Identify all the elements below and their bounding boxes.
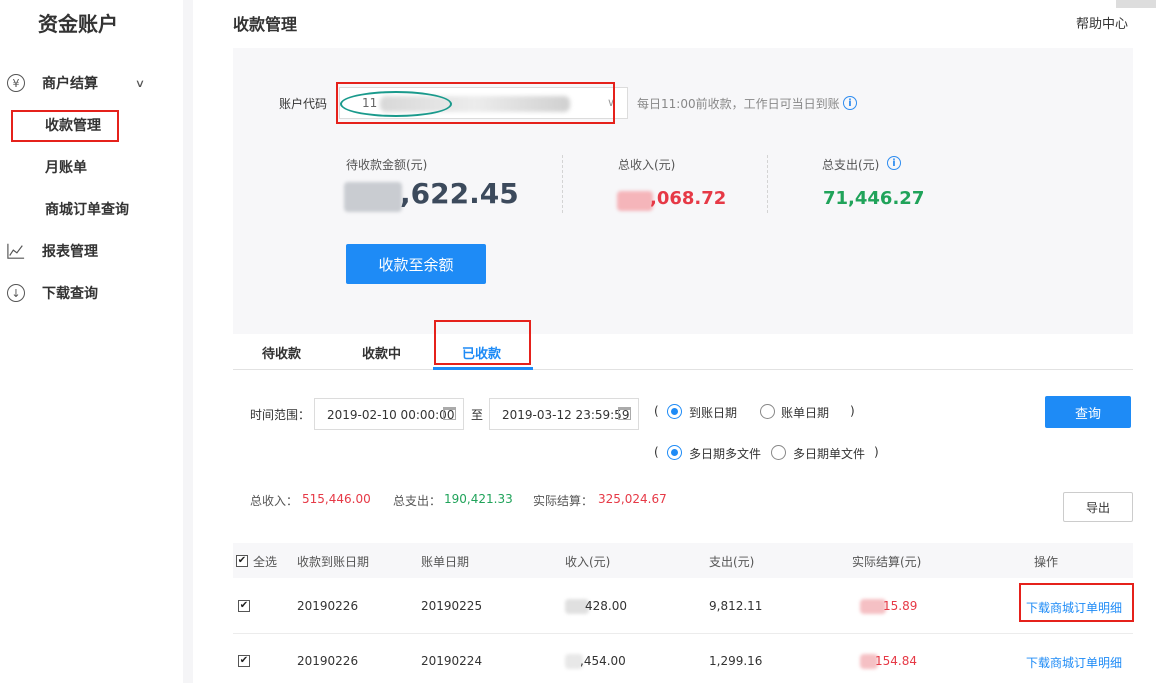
chart-icon <box>7 242 25 260</box>
total-income-label: 总收入(元) <box>618 158 676 172</box>
yen-circle-icon: ¥ <box>7 74 25 92</box>
start-date-value: 2019-02-10 00:00:00 <box>327 408 455 422</box>
sidebar-item-label: 商城订单查询 <box>45 202 129 218</box>
sidebar-item-label: 收款管理 <box>45 118 101 134</box>
total-income-value: ,068.72 <box>650 188 727 209</box>
row-net: 15.89 <box>883 599 918 613</box>
download-mall-order-detail-link[interactable]: 下载商城订单明细 <box>1026 654 1122 671</box>
row-expense: 1,299.16 <box>709 654 763 668</box>
help-center-link[interactable]: 帮助中心 <box>1076 13 1128 32</box>
row-net: 154.84 <box>875 654 917 668</box>
row-bill-date: 20190225 <box>421 599 483 613</box>
paren-close: ) <box>874 445 879 459</box>
paren-open: ( <box>654 404 659 418</box>
info-icon[interactable]: i <box>887 156 901 170</box>
calendar-icon <box>618 407 631 420</box>
row-divider <box>233 633 1133 634</box>
sidebar-item-label: 月账单 <box>45 160 87 176</box>
row-arrival-date: 20190226 <box>297 654 359 668</box>
tabs-divider <box>233 369 1133 370</box>
radio-bill-date[interactable] <box>760 404 775 419</box>
query-button[interactable]: 查询 <box>1045 396 1131 428</box>
summary-expense-label: 总支出： <box>393 494 442 508</box>
sidebar-group-label: 商户结算 <box>42 76 98 92</box>
radio-multi-file[interactable] <box>667 445 682 460</box>
scrollbar-thumb[interactable] <box>1116 0 1156 8</box>
column-income: 收入(元) <box>565 555 611 569</box>
sidebar-group-label: 下载查询 <box>42 286 98 302</box>
radio-arrival-date-label: 到账日期 <box>689 406 738 420</box>
tab-pending[interactable]: 待收款 <box>262 343 301 362</box>
select-all-label: 全选 <box>253 555 278 569</box>
download-mall-order-detail-link[interactable]: 下载商城订单明细 <box>1026 599 1122 616</box>
summary-net-label: 实际结算： <box>533 494 594 508</box>
account-code-redaction <box>380 96 570 112</box>
account-code-label: 账户代码 <box>279 97 328 111</box>
radio-bill-date-label: 账单日期 <box>781 406 830 420</box>
total-income-redaction <box>617 191 653 211</box>
page-title: 收款管理 <box>233 15 298 34</box>
stat-divider <box>767 155 768 213</box>
sidebar-group-download-query[interactable]: ↓ 下载查询 <box>0 272 192 314</box>
select-all-checkbox[interactable]: ✔ <box>236 555 248 567</box>
info-icon[interactable]: i <box>843 96 857 110</box>
row-income: 428.00 <box>585 599 627 613</box>
radio-single-file-label: 多日期单文件 <box>793 447 866 461</box>
chevron-down-icon: ∨ <box>134 76 146 90</box>
summary-income-value: 515,446.00 <box>302 492 371 506</box>
tab-collected[interactable]: 已收款 <box>462 343 501 362</box>
summary-expense-value: 190,421.33 <box>444 492 513 506</box>
stat-divider <box>562 155 563 213</box>
end-date-input[interactable]: 2019-03-12 23:59:59 <box>489 398 639 430</box>
account-code-value: 11 <box>362 96 378 110</box>
tab-collecting[interactable]: 收款中 <box>362 343 401 362</box>
radio-multi-file-label: 多日期多文件 <box>689 447 762 461</box>
pending-amount-value: ,622.45 <box>400 177 519 210</box>
row-checkbox[interactable]: ✔ <box>238 655 250 667</box>
radio-single-file[interactable] <box>771 445 786 460</box>
collect-to-balance-button[interactable]: 收款至余额 <box>346 244 486 284</box>
row-checkbox[interactable]: ✔ <box>238 600 250 612</box>
sidebar-group-report-management[interactable]: 报表管理 <box>0 230 192 272</box>
total-expense-label: 总支出(元) <box>822 158 880 172</box>
account-code-select[interactable]: 11 ∨ <box>339 87 628 119</box>
radio-arrival-date[interactable] <box>667 404 682 419</box>
calendar-icon <box>443 407 456 420</box>
start-date-input[interactable]: 2019-02-10 00:00:00 <box>314 398 464 430</box>
summary-income-label: 总收入： <box>250 494 299 508</box>
row-bill-date: 20190224 <box>421 654 483 668</box>
sidebar-group-merchant-settlement[interactable]: ¥ 商户结算 ∨ <box>0 62 192 104</box>
sidebar-divider <box>183 0 193 683</box>
tab-active-indicator <box>433 367 533 370</box>
column-expense: 支出(元) <box>709 555 755 569</box>
end-date-value: 2019-03-12 23:59:59 <box>502 408 630 422</box>
pending-amount-redaction <box>344 182 402 212</box>
summary-net-value: 325,024.67 <box>598 492 667 506</box>
column-arrival-date: 收款到账日期 <box>297 555 370 569</box>
column-action: 操作 <box>1034 555 1059 569</box>
sidebar-group-label: 报表管理 <box>42 244 98 260</box>
row-arrival-date: 20190226 <box>297 599 359 613</box>
time-range-label: 时间范围： <box>250 408 311 422</box>
sidebar-brand: 资金账户 <box>38 12 118 36</box>
download-circle-icon: ↓ <box>7 284 25 302</box>
chevron-down-icon: ∨ <box>606 96 615 109</box>
total-expense-value: 71,446.27 <box>823 188 925 209</box>
pending-amount-label: 待收款金额(元) <box>346 158 428 172</box>
paren-close: ) <box>850 404 855 418</box>
row-income: ,454.00 <box>580 654 626 668</box>
date-separator: 至 <box>471 408 484 422</box>
row-expense: 9,812.11 <box>709 599 763 613</box>
sidebar-item-monthly-bill[interactable]: 月账单 <box>0 146 192 188</box>
sidebar: 资金账户 ¥ 商户结算 ∨ 收款管理 月账单 商城订单查询 报表管理 ↓ 下载查… <box>0 0 192 683</box>
sidebar-item-mall-order-query[interactable]: 商城订单查询 <box>0 188 192 230</box>
sidebar-item-collection-management[interactable]: 收款管理 <box>0 104 192 146</box>
account-note: 每日11:00前收款，工作日可当日到账 <box>637 97 840 111</box>
export-button[interactable]: 导出 <box>1063 492 1133 522</box>
column-net: 实际结算(元) <box>852 555 922 569</box>
paren-open: ( <box>654 445 659 459</box>
column-bill-date: 账单日期 <box>421 555 470 569</box>
